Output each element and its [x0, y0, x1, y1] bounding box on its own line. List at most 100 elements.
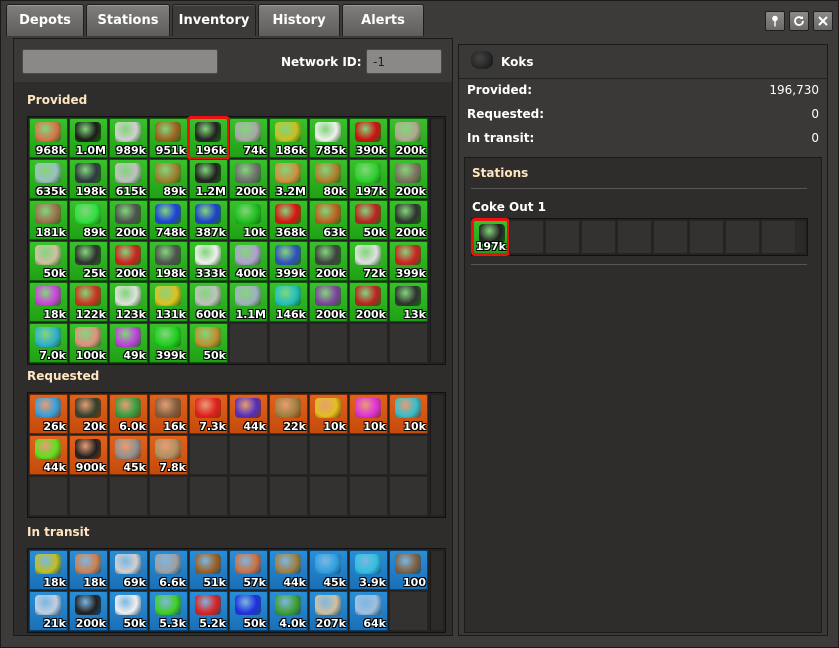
- inventory-slot[interactable]: 44k: [29, 435, 68, 475]
- inventory-slot[interactable]: 10k: [349, 394, 388, 434]
- inventory-slot[interactable]: 123k: [109, 282, 148, 322]
- inventory-slot[interactable]: 80k: [309, 159, 348, 199]
- inventory-slot[interactable]: 200k: [109, 200, 148, 240]
- inventory-slot[interactable]: 89k: [69, 200, 108, 240]
- inventory-slot[interactable]: 1.2M: [189, 159, 228, 199]
- inventory-slot[interactable]: 10k: [309, 394, 348, 434]
- inventory-slot[interactable]: 399k: [149, 323, 188, 363]
- inventory-slot[interactable]: 6.6k: [149, 550, 188, 590]
- inventory-slot[interactable]: 63k: [309, 200, 348, 240]
- inventory-slot[interactable]: 16k: [149, 394, 188, 434]
- inventory-slot[interactable]: 1.1M: [229, 282, 268, 322]
- inventory-slot[interactable]: 122k: [69, 282, 108, 322]
- inventory-slot[interactable]: 13k: [389, 282, 428, 322]
- refresh-icon[interactable]: [789, 11, 809, 31]
- inventory-slot[interactable]: 197k: [471, 218, 510, 256]
- inventory-slot[interactable]: 64k: [349, 591, 388, 631]
- inventory-slot[interactable]: 18k: [29, 282, 68, 322]
- inventory-slot[interactable]: 200k: [109, 241, 148, 281]
- inventory-slot[interactable]: 7.0k: [29, 323, 68, 363]
- inventory-slot[interactable]: 72k: [349, 241, 388, 281]
- inventory-slot[interactable]: 45k: [309, 550, 348, 590]
- inventory-slot[interactable]: 51k: [189, 550, 228, 590]
- inventory-slot[interactable]: 333k: [189, 241, 228, 281]
- inventory-slot[interactable]: 200k: [309, 282, 348, 322]
- tab-depots[interactable]: Depots: [6, 4, 84, 36]
- inventory-slot[interactable]: 18k: [29, 550, 68, 590]
- inventory-slot[interactable]: 198k: [69, 159, 108, 199]
- inventory-slot[interactable]: 181k: [29, 200, 68, 240]
- inventory-slot[interactable]: 387k: [189, 200, 228, 240]
- inventory-slot[interactable]: 600k: [189, 282, 228, 322]
- inventory-slot[interactable]: 50k: [29, 241, 68, 281]
- inventory-slot[interactable]: 22k: [269, 394, 308, 434]
- station-name[interactable]: Coke Out 1: [472, 200, 546, 214]
- inventory-slot[interactable]: 44k: [269, 550, 308, 590]
- inventory-slot[interactable]: 50k: [229, 591, 268, 631]
- inventory-slot[interactable]: 368k: [269, 200, 308, 240]
- inventory-slot[interactable]: 5.3k: [149, 591, 188, 631]
- inventory-slot[interactable]: 100k: [69, 323, 108, 363]
- inventory-slot[interactable]: 200k: [389, 118, 428, 158]
- inventory-slot[interactable]: 400k: [229, 241, 268, 281]
- inventory-slot[interactable]: 89k: [149, 159, 188, 199]
- inventory-slot[interactable]: 7.3k: [189, 394, 228, 434]
- inventory-slot[interactable]: 200k: [69, 591, 108, 631]
- inventory-slot[interactable]: 785k: [309, 118, 348, 158]
- inventory-slot[interactable]: 45k: [109, 435, 148, 475]
- inventory-slot[interactable]: 6.0k: [109, 394, 148, 434]
- inventory-slot[interactable]: 44k: [229, 394, 268, 434]
- inventory-slot[interactable]: 20k: [69, 394, 108, 434]
- inventory-slot[interactable]: 4.0k: [269, 591, 308, 631]
- inventory-slot[interactable]: 7.8k: [149, 435, 188, 475]
- inventory-slot[interactable]: 196k: [187, 116, 230, 160]
- inventory-slot[interactable]: 399k: [269, 241, 308, 281]
- search-input[interactable]: [22, 49, 218, 74]
- inventory-slot[interactable]: 10k: [389, 394, 428, 434]
- inventory-slot[interactable]: 57k: [229, 550, 268, 590]
- tab-inventory[interactable]: Inventory: [172, 4, 256, 36]
- inventory-slot[interactable]: 10k: [229, 200, 268, 240]
- inventory-slot[interactable]: 200k: [309, 241, 348, 281]
- inventory-slot[interactable]: 50k: [349, 200, 388, 240]
- inventory-slot[interactable]: 198k: [149, 241, 188, 281]
- tab-history[interactable]: History: [258, 4, 340, 36]
- inventory-slot[interactable]: 5.2k: [189, 591, 228, 631]
- inventory-slot[interactable]: 197k: [349, 159, 388, 199]
- inventory-slot[interactable]: 146k: [269, 282, 308, 322]
- inventory-slot[interactable]: 100: [389, 550, 428, 590]
- inventory-slot[interactable]: 50k: [109, 591, 148, 631]
- inventory-slot[interactable]: 900k: [69, 435, 108, 475]
- inventory-slot[interactable]: 200k: [349, 282, 388, 322]
- inventory-slot[interactable]: 3.9k: [349, 550, 388, 590]
- inventory-slot[interactable]: 49k: [109, 323, 148, 363]
- inventory-slot[interactable]: 50k: [189, 323, 228, 363]
- inventory-slot[interactable]: 200k: [229, 159, 268, 199]
- inventory-slot[interactable]: 635k: [29, 159, 68, 199]
- inventory-slot[interactable]: 25k: [69, 241, 108, 281]
- inventory-slot[interactable]: 18k: [69, 550, 108, 590]
- inventory-slot[interactable]: 200k: [389, 200, 428, 240]
- inventory-slot[interactable]: 69k: [109, 550, 148, 590]
- inventory-slot[interactable]: 26k: [29, 394, 68, 434]
- pin-icon[interactable]: [765, 11, 785, 31]
- network-id-input[interactable]: -1: [366, 49, 442, 74]
- inventory-slot[interactable]: 74k: [229, 118, 268, 158]
- inventory-slot[interactable]: 951k: [149, 118, 188, 158]
- inventory-slot[interactable]: 390k: [349, 118, 388, 158]
- inventory-slot[interactable]: 21k: [29, 591, 68, 631]
- inventory-slot[interactable]: 748k: [149, 200, 188, 240]
- inventory-slot[interactable]: 131k: [149, 282, 188, 322]
- inventory-slot[interactable]: 207k: [309, 591, 348, 631]
- inventory-slot[interactable]: 989k: [109, 118, 148, 158]
- inventory-slot[interactable]: 1.0M: [69, 118, 108, 158]
- inventory-slot[interactable]: 186k: [269, 118, 308, 158]
- tab-alerts[interactable]: Alerts: [342, 4, 424, 36]
- inventory-slot[interactable]: 200k: [389, 159, 428, 199]
- inventory-slot[interactable]: 615k: [109, 159, 148, 199]
- inventory-slot[interactable]: 399k: [389, 241, 428, 281]
- tab-stations[interactable]: Stations: [86, 4, 170, 36]
- close-icon[interactable]: [813, 11, 833, 31]
- inventory-slot[interactable]: 968k: [29, 118, 68, 158]
- inventory-slot[interactable]: 3.2M: [269, 159, 308, 199]
